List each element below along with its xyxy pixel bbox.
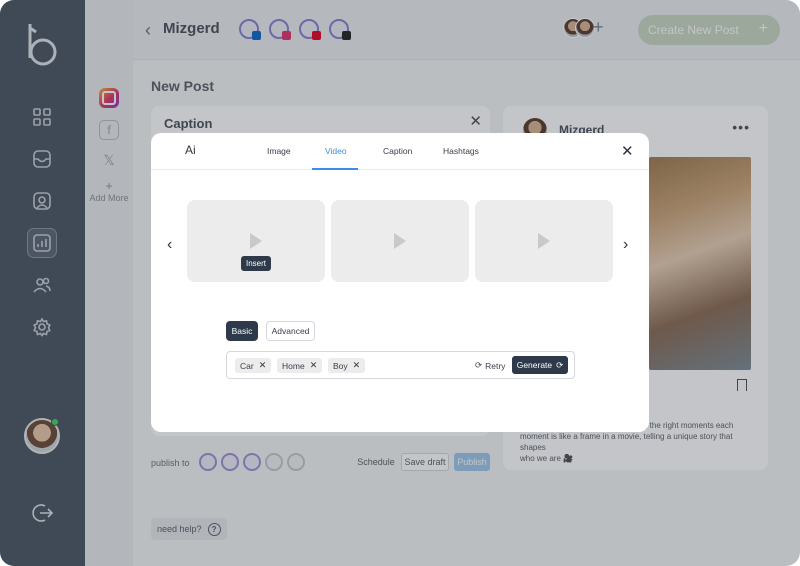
close-icon[interactable]: ✕ [353,360,361,371]
refresh-icon: ⟳ [475,360,483,370]
keyword-chip: Car ✕ [235,358,272,373]
chevron-left-icon[interactable]: ‹ [167,236,172,254]
play-icon [538,233,550,249]
keyword-input[interactable]: Car ✕ Home ✕ Boy ✕ ⟳ Retry Generate ⟳ [226,351,575,379]
video-thumbnail[interactable] [475,200,613,282]
retry-button[interactable]: ⟳ Retry [475,360,505,371]
close-icon[interactable]: ✕ [259,360,267,371]
refresh-icon: ⟳ [556,359,564,370]
keyword-chip-label: Car [240,360,254,371]
advanced-mode-button[interactable]: Advanced [266,321,315,341]
modal-title: Ai [185,143,196,157]
generate-button[interactable]: Generate ⟳ [512,356,568,374]
app-frame: f 𝕏 + Add More ‹ Mizgerd + Create New Po… [0,0,800,566]
generate-label: Generate [516,360,553,370]
basic-mode-button[interactable]: Basic [226,321,258,341]
close-icon[interactable]: ✕ [621,144,634,159]
keyword-chip: Boy ✕ [328,358,366,373]
keyword-chip: Home ✕ [277,358,323,373]
chevron-right-icon[interactable]: › [623,236,628,254]
tab-image[interactable]: Image [267,146,291,156]
video-thumbnail[interactable]: Insert [187,200,325,282]
retry-label: Retry [485,360,506,371]
keyword-chip-label: Boy [333,360,348,371]
tab-video[interactable]: Video [325,146,347,156]
insert-button[interactable]: Insert [241,256,272,271]
tab-caption[interactable]: Caption [383,146,412,156]
ai-modal: Ai Image Video Caption Hashtags ✕ ‹ Inse… [151,133,649,432]
close-icon[interactable]: ✕ [310,360,318,371]
active-tab-indicator [312,168,358,170]
play-icon [250,233,262,249]
modal-header: Ai Image Video Caption Hashtags ✕ [151,133,649,170]
video-thumbnail[interactable] [331,200,469,282]
tab-hashtags[interactable]: Hashtags [443,146,479,156]
keyword-chip-label: Home [282,360,305,371]
play-icon [394,233,406,249]
